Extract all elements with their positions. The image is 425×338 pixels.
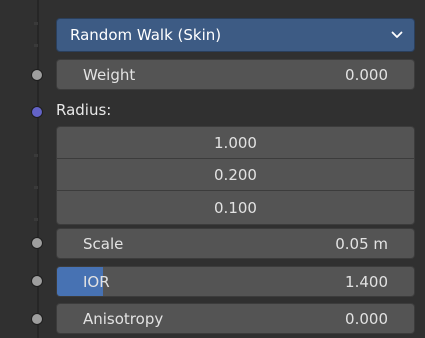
ior-socket[interactable]	[31, 275, 43, 287]
radius-y-field[interactable]: 0.200	[57, 159, 414, 191]
ior-slider[interactable]: IOR 1.400	[56, 266, 415, 297]
anisotropy-value: 0.000	[345, 309, 388, 328]
radius-socket[interactable]	[31, 106, 43, 118]
anisotropy-field[interactable]: Anisotropy 0.000	[56, 303, 415, 334]
scale-field[interactable]: Scale 0.05 m	[56, 228, 415, 259]
weight-label: Weight	[83, 65, 136, 84]
weight-field[interactable]: Weight 0.000	[56, 59, 415, 90]
socket-gutter	[0, 0, 44, 338]
dropdown-value: Random Walk (Skin)	[70, 26, 222, 44]
subsurface-method-dropdown[interactable]: Random Walk (Skin)	[56, 18, 415, 52]
weight-value: 0.000	[345, 65, 388, 84]
radius-z-field[interactable]: 0.100	[57, 191, 414, 224]
radius-y-value: 0.200	[214, 165, 257, 184]
gutter-tick	[34, 22, 38, 25]
gutter-tick	[34, 186, 38, 189]
gutter-tick	[34, 44, 38, 47]
anisotropy-socket[interactable]	[31, 313, 43, 325]
radius-x-field[interactable]: 1.000	[57, 127, 414, 159]
ior-label: IOR	[83, 272, 110, 291]
radius-vector: 1.000 0.200 0.100	[56, 126, 415, 225]
chevron-down-icon	[390, 28, 404, 42]
scale-label: Scale	[83, 234, 124, 253]
ior-value: 1.400	[345, 272, 388, 291]
scale-value: 0.05 m	[335, 234, 388, 253]
weight-socket[interactable]	[31, 69, 43, 81]
gutter-line	[37, 0, 39, 338]
radius-label: Radius:	[56, 101, 112, 119]
gutter-tick	[34, 218, 38, 221]
gutter-tick	[34, 154, 38, 157]
radius-z-value: 0.100	[214, 198, 257, 217]
anisotropy-label: Anisotropy	[83, 309, 164, 328]
radius-x-value: 1.000	[214, 133, 257, 152]
scale-socket[interactable]	[31, 237, 43, 249]
